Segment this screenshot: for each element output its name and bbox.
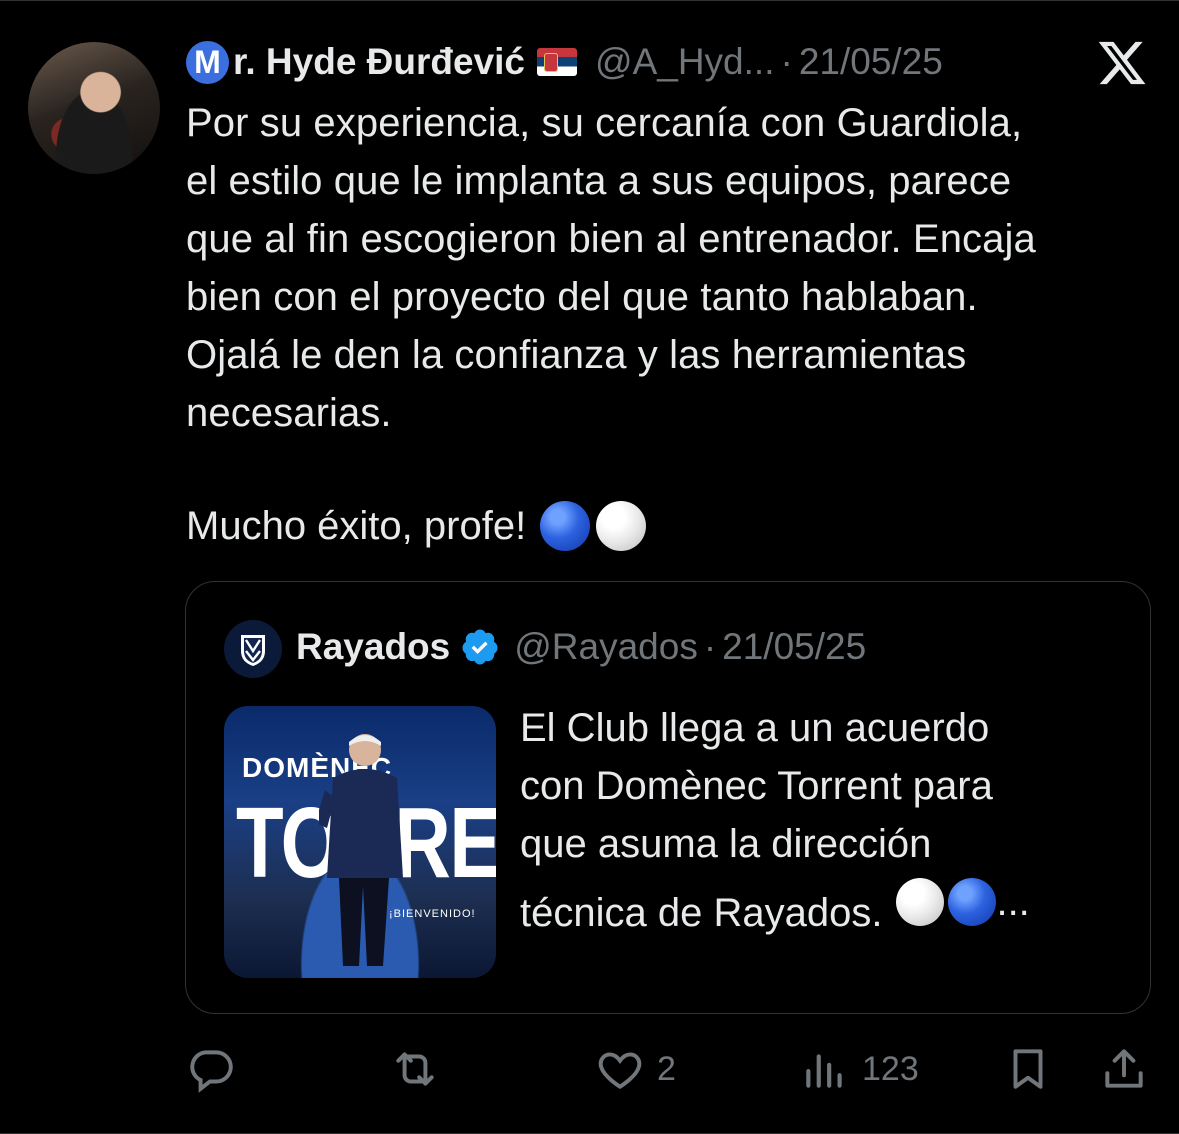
author-avatar[interactable] [28, 42, 160, 174]
quoted-tweet-card[interactable]: Rayados @Rayados · 21/05/25 DOMÈNEC TORR… [185, 581, 1151, 1014]
serbia-flag-icon [537, 48, 578, 76]
like-button[interactable]: 2 [595, 1039, 676, 1099]
quoted-date[interactable]: 21/05/25 [722, 626, 866, 668]
quoted-author-avatar[interactable] [224, 620, 282, 678]
bookmark-icon [1013, 1049, 1043, 1089]
reply-button[interactable] [186, 1039, 236, 1099]
quoted-text-tail: ... [882, 873, 1030, 931]
white-circle-emoji-icon [896, 878, 945, 926]
quoted-media-image[interactable]: DOMÈNEC TORRENT ¡BIENVENIDO! [224, 706, 496, 978]
image-text-welcome: ¡BIENVENIDO! [389, 908, 476, 920]
separator-dot: · [780, 41, 793, 82]
like-count: 2 [657, 1049, 676, 1088]
tweet-closing-line: Mucho éxito, profe! [186, 497, 647, 555]
share-icon [1105, 1049, 1143, 1088]
name-badge-icon: M [186, 40, 229, 84]
author-handle[interactable]: @A_Hyd... [595, 41, 774, 83]
quoted-tweet-header: Rayados @Rayados · 21/05/25 [296, 626, 866, 668]
quoted-display-name[interactable]: Rayados [296, 626, 450, 668]
tweet-header: M r. Hyde Đurđević @A_Hyd... · 21/05/25 [186, 38, 943, 86]
white-circle-emoji-icon [596, 501, 647, 551]
share-button[interactable] [1099, 1039, 1149, 1099]
truncation-ellipsis: ... [996, 880, 1030, 924]
coach-figure-image [319, 734, 403, 966]
rayados-crest-icon [241, 635, 265, 666]
bookmark-button[interactable] [1003, 1039, 1053, 1099]
tweet-actions-bar: 2 123 [0, 1039, 1179, 1099]
author-display-name[interactable]: r. Hyde Đurđević [233, 41, 525, 83]
view-count: 123 [862, 1049, 919, 1088]
separator-dot: · [703, 626, 717, 667]
quoted-tweet-text: El Club llega a un acuerdo con Domènec T… [520, 699, 1120, 942]
views-button[interactable]: 123 [800, 1039, 919, 1099]
heart-icon [598, 1052, 642, 1090]
reply-icon [190, 1050, 233, 1093]
blue-circle-emoji-icon [540, 501, 591, 551]
blue-circle-emoji-icon [948, 878, 997, 926]
repost-button[interactable] [390, 1039, 440, 1099]
tweet-date[interactable]: 21/05/25 [799, 41, 943, 83]
verified-badge-icon [462, 629, 498, 665]
tweet-container[interactable]: M r. Hyde Đurđević @A_Hyd... · 21/05/25 … [0, 0, 1179, 1134]
views-chart-icon [806, 1054, 842, 1088]
quoted-handle[interactable]: @Rayados [514, 626, 698, 668]
tweet-closing-text: Mucho éxito, profe! [186, 504, 527, 548]
x-logo-icon [1098, 41, 1146, 85]
repost-icon [396, 1052, 434, 1086]
tweet-text: Por su experiencia, su cercanía con Guar… [186, 101, 1036, 435]
